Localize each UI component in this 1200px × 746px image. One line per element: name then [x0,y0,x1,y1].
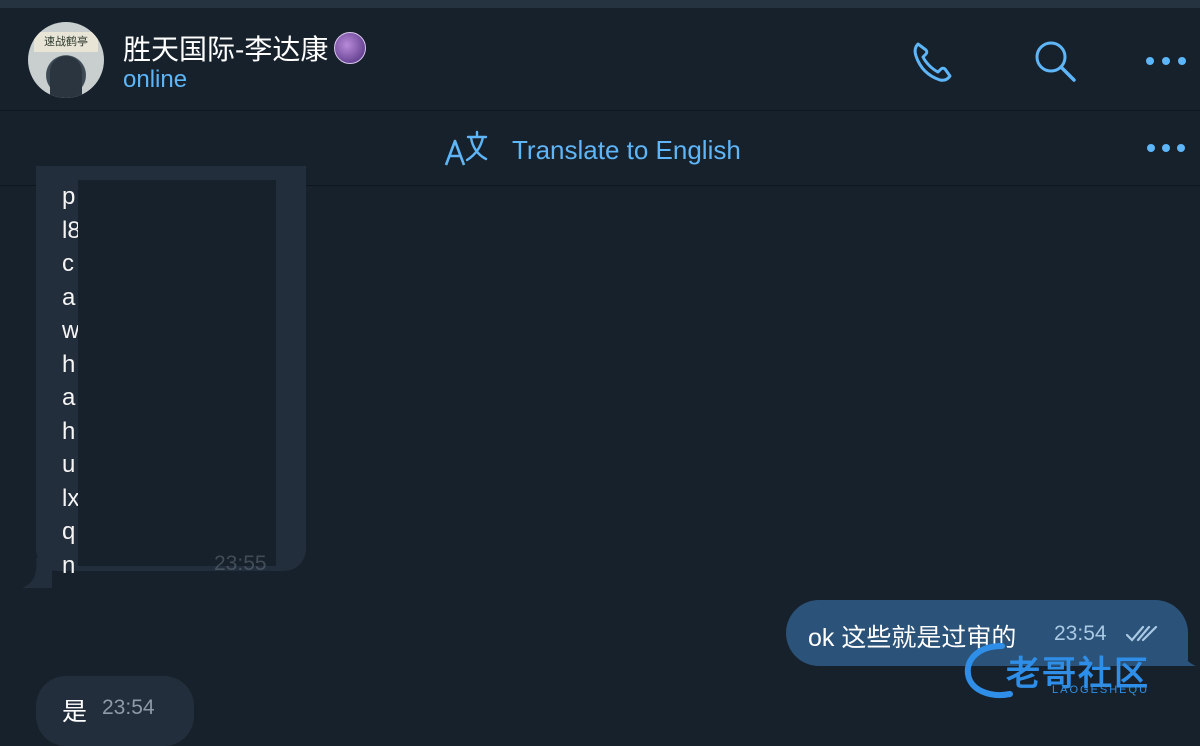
incoming-message-bubble-small[interactable]: 是 23:54 [36,676,194,746]
contact-name[interactable]: 胜天国际-李达康 [123,28,367,68]
avatar-person [50,56,82,98]
redaction-block [78,180,276,566]
emoji-status-icon [334,32,367,64]
translate-icon [444,130,488,166]
translate-more-icon[interactable] [1146,135,1186,161]
avatar-banner-text: 速战鹤亭 [34,32,98,52]
contact-name-text: 胜天国际-李达康 [123,34,329,65]
incoming-short-text: 是 [62,698,88,726]
translate-label[interactable]: Translate to English [512,135,741,166]
chat-header: 速战鹤亭 胜天国际-李达康 online [0,8,1200,111]
contact-status: online [123,66,188,93]
incoming-short-time: 23:54 [102,696,155,719]
contact-avatar[interactable]: 速战鹤亭 [28,22,104,98]
search-icon[interactable] [1030,36,1080,86]
phone-icon[interactable] [908,36,958,86]
top-edge [0,0,1200,8]
bubble-tail [22,558,52,588]
more-icon[interactable] [1144,46,1188,76]
watermark-subtext: LAOGESHEQU [1052,684,1150,696]
incoming-message-time: 23:55 [214,552,267,575]
